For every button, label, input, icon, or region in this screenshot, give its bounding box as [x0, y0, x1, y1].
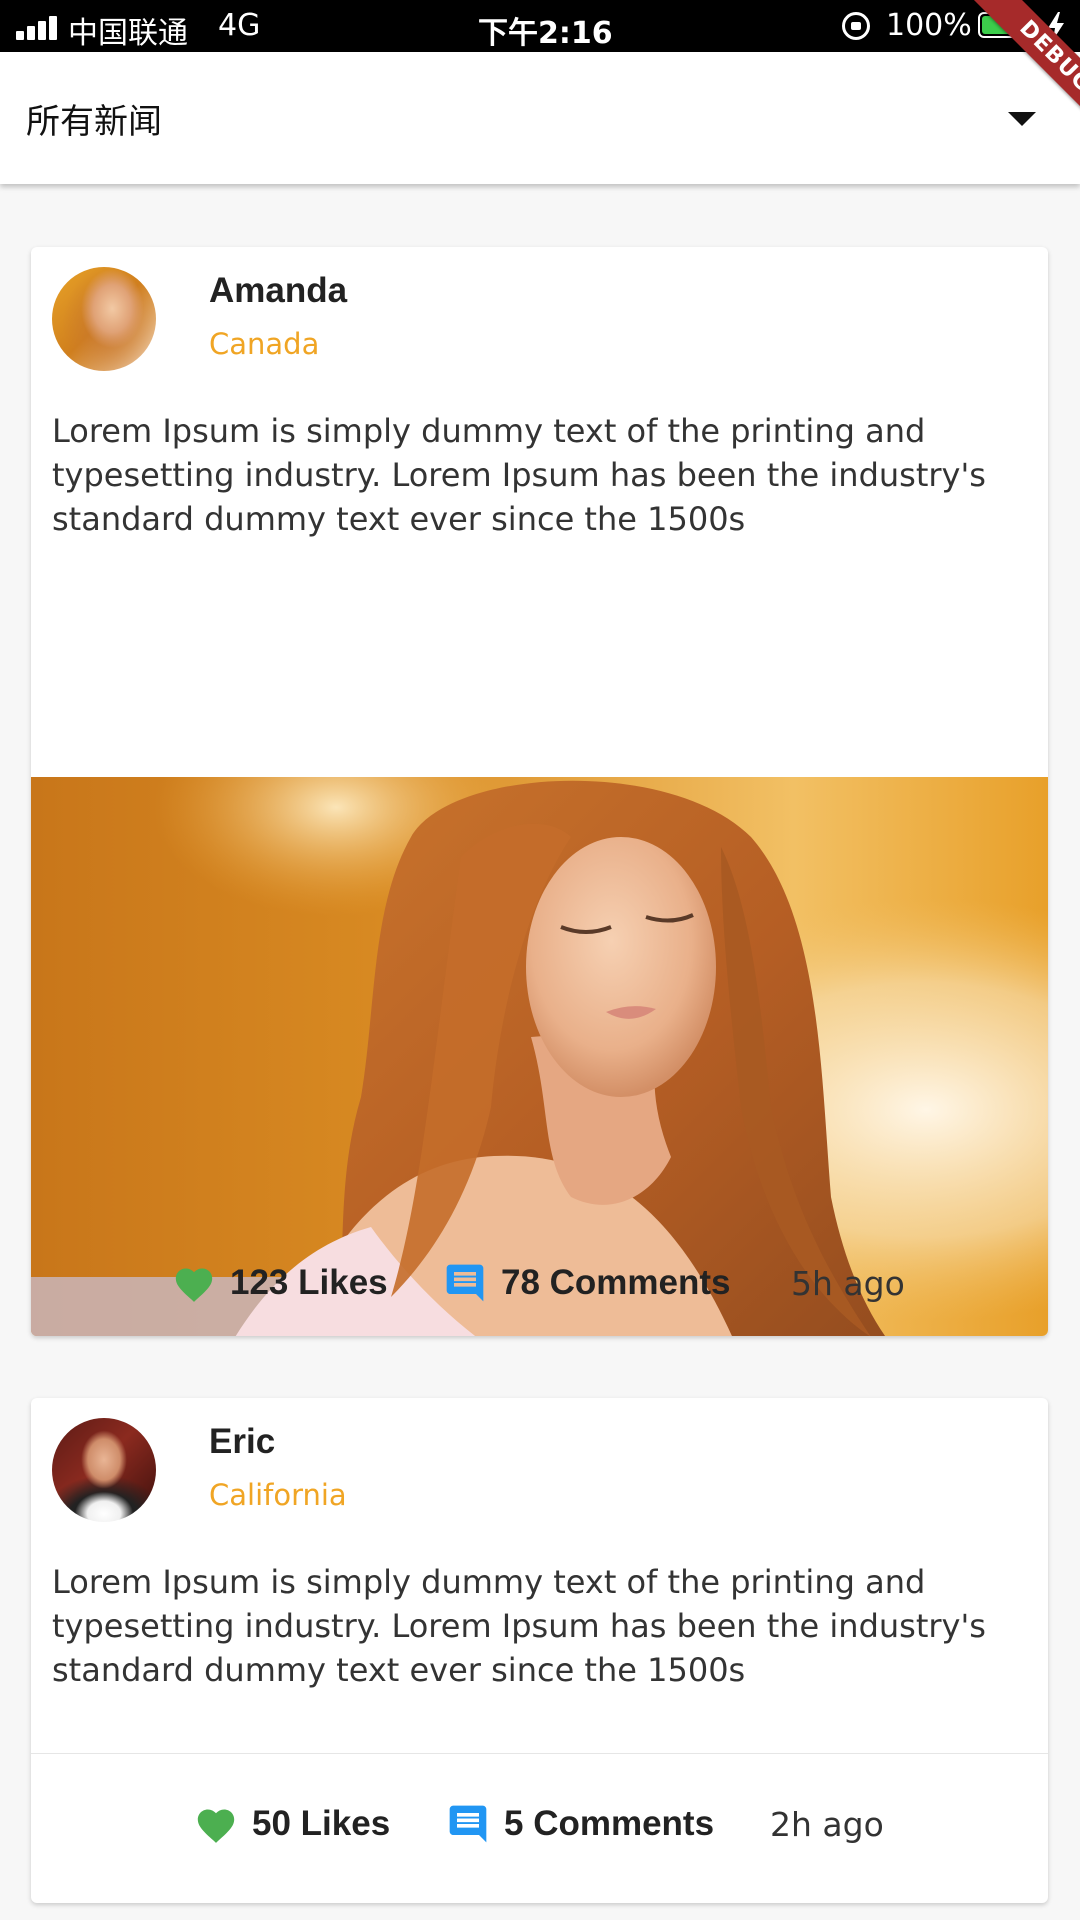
- dropdown-arrow-icon[interactable]: [1008, 112, 1036, 126]
- status-bar: 中国联通 4G 下午2:16 100%: [0, 0, 1080, 52]
- likes-count: 50 Likes: [252, 1804, 391, 1843]
- page-title: 所有新闻: [26, 102, 162, 142]
- app-bar: 所有新闻: [0, 52, 1080, 184]
- comments-count: 78 Comments: [501, 1263, 731, 1302]
- post-stats: 123 Likes 78 Comments 5h ago: [31, 1233, 1048, 1333]
- divider: [31, 1753, 1048, 1754]
- comments-stat[interactable]: 5 Comments: [446, 1774, 714, 1874]
- comment-icon[interactable]: [443, 1261, 487, 1305]
- author-location: California: [209, 1478, 347, 1512]
- network-type: 4G: [218, 8, 261, 43]
- battery-percent: 100%: [886, 8, 972, 43]
- carrier-name: 中国联通: [68, 16, 188, 51]
- avatar[interactable]: [52, 267, 156, 371]
- post-text: Lorem Ipsum is simply dummy text of the …: [52, 412, 986, 538]
- post-card[interactable]: Amanda Canada Lorem Ipsum is simply dumm…: [31, 247, 1048, 1336]
- post-time: 5h ago: [791, 1233, 905, 1333]
- status-time: 下午2:16: [478, 16, 613, 51]
- news-feed[interactable]: Amanda Canada Lorem Ipsum is simply dumm…: [0, 184, 1080, 1920]
- author-name[interactable]: Amanda: [209, 271, 347, 311]
- heart-icon[interactable]: [172, 1263, 216, 1303]
- author-location: Canada: [209, 327, 320, 361]
- heart-icon[interactable]: [194, 1804, 238, 1844]
- post-card[interactable]: Eric California Lorem Ipsum is simply du…: [31, 1398, 1048, 1903]
- comments-count: 5 Comments: [504, 1804, 715, 1843]
- post-time: 2h ago: [770, 1774, 884, 1874]
- rotation-lock-icon: [842, 12, 870, 40]
- post-time-label: 5h ago: [791, 1263, 905, 1303]
- likes-stat[interactable]: 50 Likes: [194, 1774, 390, 1874]
- likes-count: 123 Likes: [230, 1263, 388, 1302]
- comment-icon[interactable]: [446, 1802, 490, 1846]
- signal-icon: [16, 14, 60, 40]
- author-name[interactable]: Eric: [209, 1422, 275, 1462]
- avatar[interactable]: [52, 1418, 156, 1522]
- likes-stat[interactable]: 123 Likes: [172, 1233, 388, 1333]
- post-text: Lorem Ipsum is simply dummy text of the …: [52, 1563, 986, 1689]
- comments-stat[interactable]: 78 Comments: [443, 1233, 731, 1333]
- post-time-label: 2h ago: [770, 1804, 884, 1844]
- post-stats: 50 Likes 5 Comments 2h ago: [31, 1774, 1048, 1874]
